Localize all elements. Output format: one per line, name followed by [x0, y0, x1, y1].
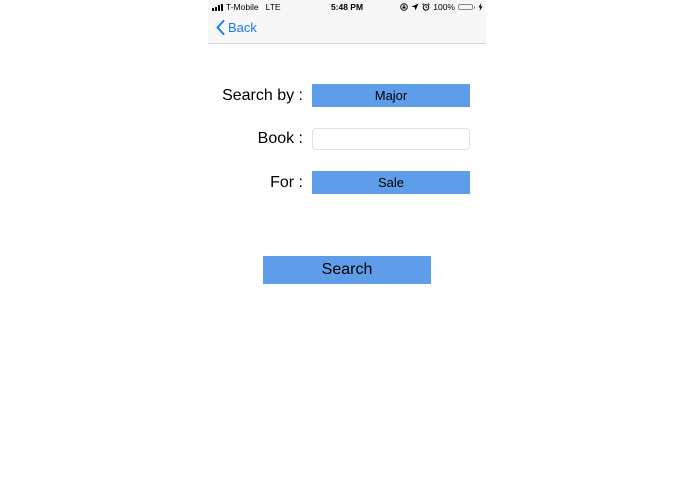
search-by-label: Search by : — [222, 87, 303, 104]
back-button-label: Back — [228, 20, 257, 35]
status-bar: T-Mobile LTE 5:48 PM 100% — [208, 0, 486, 14]
battery-icon — [458, 4, 475, 10]
screen: T-Mobile LTE 5:48 PM 100% Back Search by… — [0, 0, 695, 494]
battery-percent: 100% — [433, 2, 455, 12]
screen-lock-icon — [400, 3, 408, 11]
book-input[interactable] — [312, 128, 470, 150]
app-window: T-Mobile LTE 5:48 PM 100% Back Search by… — [208, 0, 486, 494]
chevron-left-icon — [216, 20, 225, 35]
status-right: 100% — [400, 2, 483, 12]
major-select-button[interactable]: Major — [312, 84, 470, 107]
navigation-bar: Back — [208, 14, 486, 44]
location-arrow-icon — [411, 3, 419, 11]
book-label: Book : — [257, 130, 303, 147]
search-button[interactable]: Search — [263, 256, 431, 284]
for-label: For : — [270, 174, 303, 191]
charging-bolt-icon — [478, 3, 483, 11]
alarm-clock-icon — [422, 3, 430, 11]
back-button[interactable]: Back — [216, 20, 257, 35]
sale-select-button[interactable]: Sale — [312, 171, 470, 194]
